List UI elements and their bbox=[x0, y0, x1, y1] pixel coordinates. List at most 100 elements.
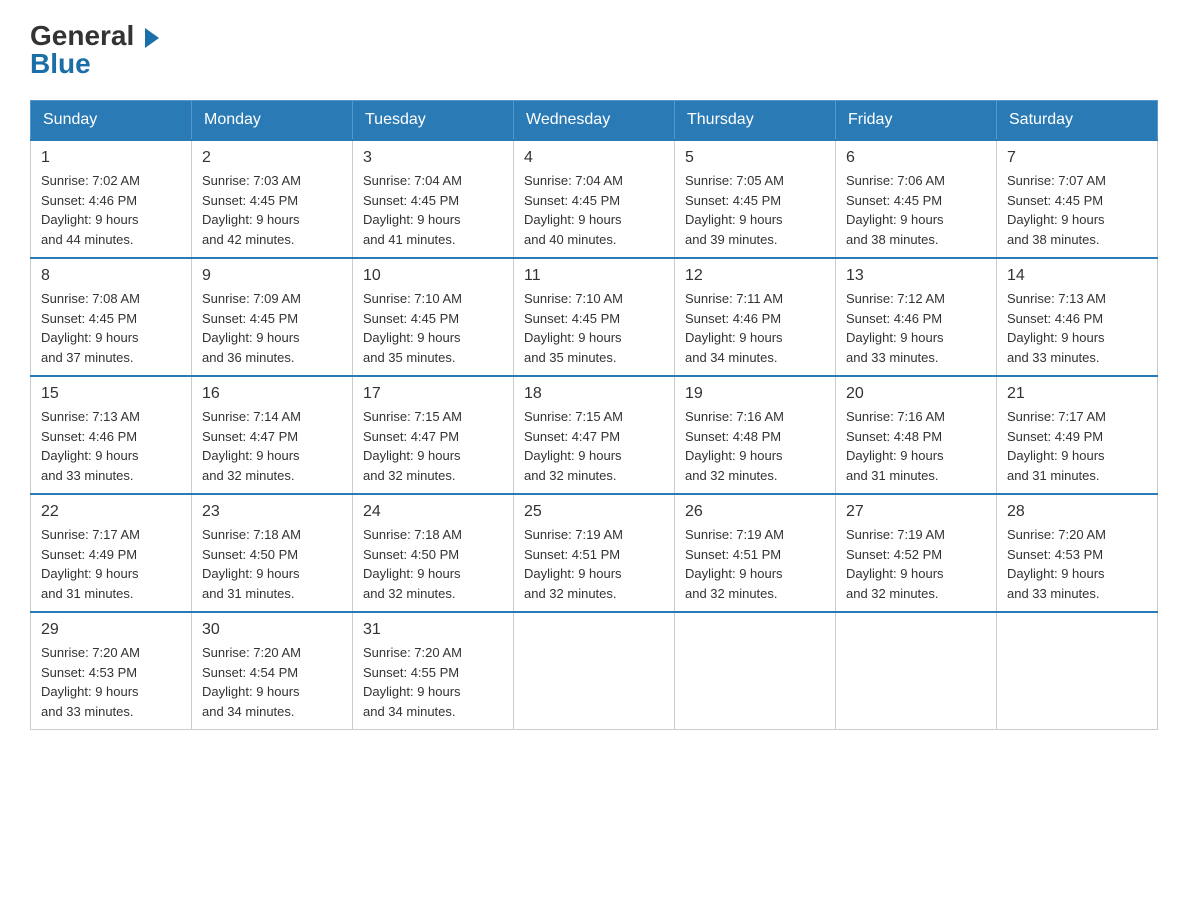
calendar-day-23: 23Sunrise: 7:18 AMSunset: 4:50 PMDayligh… bbox=[192, 494, 353, 612]
day-number: 8 bbox=[41, 267, 181, 285]
day-number: 2 bbox=[202, 149, 342, 167]
calendar-day-6: 6Sunrise: 7:06 AMSunset: 4:45 PMDaylight… bbox=[836, 140, 997, 258]
day-number: 16 bbox=[202, 385, 342, 403]
day-number: 18 bbox=[524, 385, 664, 403]
day-info: Sunrise: 7:10 AMSunset: 4:45 PMDaylight:… bbox=[524, 289, 664, 367]
day-info: Sunrise: 7:17 AMSunset: 4:49 PMDaylight:… bbox=[1007, 407, 1147, 485]
day-number: 24 bbox=[363, 503, 503, 521]
day-number: 20 bbox=[846, 385, 986, 403]
day-info: Sunrise: 7:18 AMSunset: 4:50 PMDaylight:… bbox=[363, 525, 503, 603]
calendar-day-24: 24 Sunrise: 7:18 AMSunset: 4:50 PMDayligh… bbox=[353, 494, 514, 612]
logo-general-text: General bbox=[30, 20, 159, 51]
calendar-empty-cell bbox=[514, 612, 675, 730]
weekday-header-thursday: Thursday bbox=[675, 101, 836, 141]
logo-arrow-icon bbox=[145, 28, 159, 48]
calendar-day-11: 11 Sunrise: 7:10 AMSunset: 4:45 PMDayligh… bbox=[514, 258, 675, 376]
day-info: Sunrise: 7:17 AMSunset: 4:49 PMDaylight:… bbox=[41, 525, 181, 603]
day-info: Sunrise: 7:07 AMSunset: 4:45 PMDaylight:… bbox=[1007, 171, 1147, 249]
weekday-header-wednesday: Wednesday bbox=[514, 101, 675, 141]
calendar-body: 1 Sunrise: 7:02 AMSunset: 4:46 PMDaylight… bbox=[31, 140, 1158, 730]
day-number: 29 bbox=[41, 621, 181, 639]
calendar-day-15: 15 Sunrise: 7:13 AMSunset: 4:46 PMDayligh… bbox=[31, 376, 192, 494]
day-number: 4 bbox=[524, 149, 664, 167]
calendar-day-27: 27 Sunrise: 7:19 AMSunset: 4:52 PMDayligh… bbox=[836, 494, 997, 612]
day-number: 1 bbox=[41, 149, 181, 167]
day-info: Sunrise: 7:16 AMSunset: 4:48 PMDaylight:… bbox=[685, 407, 825, 485]
day-number: 22 bbox=[41, 503, 181, 521]
calendar-empty-cell bbox=[836, 612, 997, 730]
day-info: Sunrise: 7:04 AMSunset: 4:45 PMDaylight:… bbox=[363, 171, 503, 249]
calendar-day-7: 7 Sunrise: 7:07 AMSunset: 4:45 PMDaylight… bbox=[997, 140, 1158, 258]
calendar-week-1: 1 Sunrise: 7:02 AMSunset: 4:46 PMDaylight… bbox=[31, 140, 1158, 258]
day-info: Sunrise: 7:03 AMSunset: 4:45 PMDaylight:… bbox=[202, 171, 342, 249]
day-info: Sunrise: 7:20 AMSunset: 4:53 PMDaylight:… bbox=[1007, 525, 1147, 603]
calendar-day-30: 30Sunrise: 7:20 AMSunset: 4:54 PMDayligh… bbox=[192, 612, 353, 730]
calendar-table: SundayMondayTuesdayWednesdayThursdayFrid… bbox=[30, 100, 1158, 730]
calendar-day-12: 12 Sunrise: 7:11 AMSunset: 4:46 PMDayligh… bbox=[675, 258, 836, 376]
day-info: Sunrise: 7:04 AMSunset: 4:45 PMDaylight:… bbox=[524, 171, 664, 249]
day-number: 21 bbox=[1007, 385, 1147, 403]
logo: General Blue bbox=[30, 20, 159, 80]
day-number: 9 bbox=[202, 267, 342, 285]
calendar-week-4: 22 Sunrise: 7:17 AMSunset: 4:49 PMDayligh… bbox=[31, 494, 1158, 612]
weekday-header-tuesday: Tuesday bbox=[353, 101, 514, 141]
calendar-day-16: 16 Sunrise: 7:14 AMSunset: 4:47 PMDayligh… bbox=[192, 376, 353, 494]
calendar-day-2: 2 Sunrise: 7:03 AMSunset: 4:45 PMDaylight… bbox=[192, 140, 353, 258]
day-info: Sunrise: 7:13 AMSunset: 4:46 PMDaylight:… bbox=[41, 407, 181, 485]
calendar-week-2: 8 Sunrise: 7:08 AMSunset: 4:45 PMDaylight… bbox=[31, 258, 1158, 376]
day-info: Sunrise: 7:19 AMSunset: 4:51 PMDaylight:… bbox=[685, 525, 825, 603]
calendar-day-18: 18 Sunrise: 7:15 AMSunset: 4:47 PMDayligh… bbox=[514, 376, 675, 494]
calendar-day-29: 29 Sunrise: 7:20 AMSunset: 4:53 PMDayligh… bbox=[31, 612, 192, 730]
calendar-day-13: 13 Sunrise: 7:12 AMSunset: 4:46 PMDayligh… bbox=[836, 258, 997, 376]
calendar-day-3: 3Sunrise: 7:04 AMSunset: 4:45 PMDaylight… bbox=[353, 140, 514, 258]
day-info: Sunrise: 7:10 AMSunset: 4:45 PMDaylight:… bbox=[363, 289, 503, 367]
day-info: Sunrise: 7:14 AMSunset: 4:47 PMDaylight:… bbox=[202, 407, 342, 485]
day-info: Sunrise: 7:08 AMSunset: 4:45 PMDaylight:… bbox=[41, 289, 181, 367]
day-number: 11 bbox=[524, 267, 664, 285]
day-number: 31 bbox=[363, 621, 503, 639]
calendar-day-28: 28 Sunrise: 7:20 AMSunset: 4:53 PMDayligh… bbox=[997, 494, 1158, 612]
day-info: Sunrise: 7:02 AMSunset: 4:46 PMDaylight:… bbox=[41, 171, 181, 249]
day-info: Sunrise: 7:18 AMSunset: 4:50 PMDaylight:… bbox=[202, 525, 342, 603]
logo-blue-text: Blue bbox=[30, 48, 159, 80]
calendar-day-8: 8 Sunrise: 7:08 AMSunset: 4:45 PMDaylight… bbox=[31, 258, 192, 376]
day-info: Sunrise: 7:13 AMSunset: 4:46 PMDaylight:… bbox=[1007, 289, 1147, 367]
day-info: Sunrise: 7:11 AMSunset: 4:46 PMDaylight:… bbox=[685, 289, 825, 367]
day-number: 12 bbox=[685, 267, 825, 285]
day-number: 17 bbox=[363, 385, 503, 403]
weekday-header-monday: Monday bbox=[192, 101, 353, 141]
day-info: Sunrise: 7:20 AMSunset: 4:54 PMDaylight:… bbox=[202, 643, 342, 721]
calendar-day-1: 1 Sunrise: 7:02 AMSunset: 4:46 PMDaylight… bbox=[31, 140, 192, 258]
day-info: Sunrise: 7:15 AMSunset: 4:47 PMDaylight:… bbox=[363, 407, 503, 485]
day-number: 13 bbox=[846, 267, 986, 285]
calendar-day-25: 25 Sunrise: 7:19 AMSunset: 4:51 PMDayligh… bbox=[514, 494, 675, 612]
day-info: Sunrise: 7:15 AMSunset: 4:47 PMDaylight:… bbox=[524, 407, 664, 485]
weekday-header-friday: Friday bbox=[836, 101, 997, 141]
day-info: Sunrise: 7:20 AMSunset: 4:53 PMDaylight:… bbox=[41, 643, 181, 721]
calendar-day-17: 17 Sunrise: 7:15 AMSunset: 4:47 PMDayligh… bbox=[353, 376, 514, 494]
day-info: Sunrise: 7:16 AMSunset: 4:48 PMDaylight:… bbox=[846, 407, 986, 485]
day-info: Sunrise: 7:12 AMSunset: 4:46 PMDaylight:… bbox=[846, 289, 986, 367]
day-info: Sunrise: 7:09 AMSunset: 4:45 PMDaylight:… bbox=[202, 289, 342, 367]
day-number: 7 bbox=[1007, 149, 1147, 167]
day-number: 27 bbox=[846, 503, 986, 521]
calendar-day-21: 21 Sunrise: 7:17 AMSunset: 4:49 PMDayligh… bbox=[997, 376, 1158, 494]
calendar-week-5: 29 Sunrise: 7:20 AMSunset: 4:53 PMDayligh… bbox=[31, 612, 1158, 730]
day-number: 28 bbox=[1007, 503, 1147, 521]
day-number: 15 bbox=[41, 385, 181, 403]
calendar-day-19: 19Sunrise: 7:16 AMSunset: 4:48 PMDayligh… bbox=[675, 376, 836, 494]
weekday-header-sunday: Sunday bbox=[31, 101, 192, 141]
calendar-day-4: 4 Sunrise: 7:04 AMSunset: 4:45 PMDaylight… bbox=[514, 140, 675, 258]
calendar-day-20: 20 Sunrise: 7:16 AMSunset: 4:48 PMDayligh… bbox=[836, 376, 997, 494]
day-info: Sunrise: 7:19 AMSunset: 4:51 PMDaylight:… bbox=[524, 525, 664, 603]
day-number: 10 bbox=[363, 267, 503, 285]
day-info: Sunrise: 7:05 AMSunset: 4:45 PMDaylight:… bbox=[685, 171, 825, 249]
day-info: Sunrise: 7:19 AMSunset: 4:52 PMDaylight:… bbox=[846, 525, 986, 603]
page-header: General Blue bbox=[30, 20, 1158, 80]
day-number: 25 bbox=[524, 503, 664, 521]
day-number: 14 bbox=[1007, 267, 1147, 285]
day-info: Sunrise: 7:06 AMSunset: 4:45 PMDaylight:… bbox=[846, 171, 986, 249]
calendar-empty-cell bbox=[997, 612, 1158, 730]
day-info: Sunrise: 7:20 AMSunset: 4:55 PMDaylight:… bbox=[363, 643, 503, 721]
calendar-day-22: 22 Sunrise: 7:17 AMSunset: 4:49 PMDayligh… bbox=[31, 494, 192, 612]
